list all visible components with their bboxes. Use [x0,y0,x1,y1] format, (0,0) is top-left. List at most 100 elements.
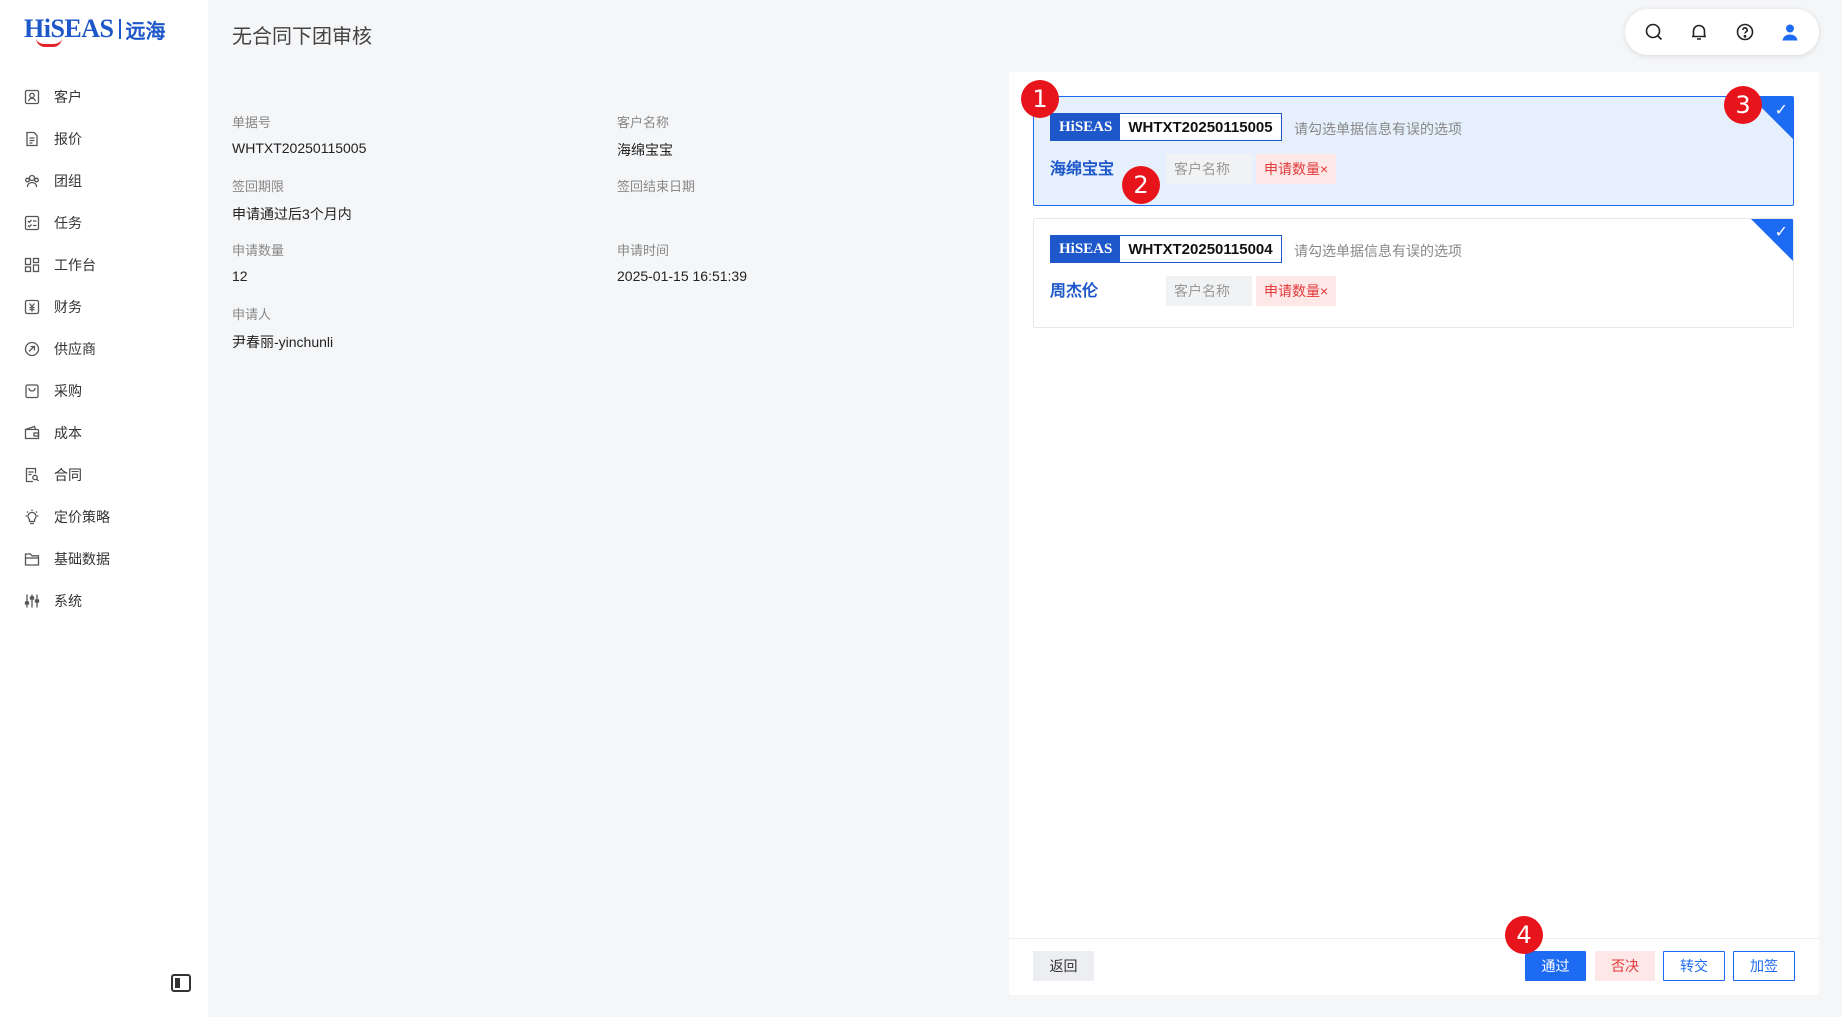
sidebar-item-label: 基础数据 [54,551,110,567]
close-icon[interactable]: × [1320,161,1328,177]
sidebar-item-label: 报价 [54,131,82,147]
annotation-marker-3: 3 [1724,86,1762,124]
chip-customer-name[interactable]: 客户名称 [1166,276,1252,306]
sidebar-item-workbench[interactable]: 工作台 [0,244,208,286]
sidebar-item-pricing[interactable]: 定价策略 [0,496,208,538]
sidebar-item-label: 采购 [54,383,82,399]
system-icon [24,593,40,609]
sidebar-item-label: 系统 [54,593,82,609]
chip-quantity[interactable]: 申请数量 × [1256,154,1337,184]
contract-icon [24,467,40,483]
sidebar-item-task[interactable]: 任务 [0,202,208,244]
doc-no-field: 单据号 WHTXT20250115005 [232,112,612,156]
finance-icon [24,299,40,315]
apply-time-value: 2025-01-15 16:51:39 [617,268,747,284]
sidebar-item-label: 合同 [54,467,82,483]
pricing-icon [24,509,40,525]
page-title: 无合同下团审核 [232,26,372,48]
user-avatar-icon[interactable] [1776,18,1804,46]
return-period-field: 签回期限 申请通过后3个月内 [232,176,612,224]
sidebar-item-label: 任务 [54,215,82,231]
review-panel: ✓ HiSEAS WHTXT20250115005 请勾选单据信息有误的选项 海… [1009,72,1819,995]
sidebar-item-cost[interactable]: 成本 [0,412,208,454]
quantity-label: 申请数量 [232,243,285,258]
doc-number: WHTXT20250115005 [1120,114,1281,140]
purchase-icon [24,383,40,399]
add-sign-button[interactable]: 加签 [1733,951,1795,981]
top-toolbar [1625,9,1819,55]
return-end-label: 签回结束日期 [617,179,696,194]
check-icon: ✓ [1774,102,1788,119]
annotation-marker-1: 1 [1021,80,1059,118]
sidebar-item-system[interactable]: 系统 [0,580,208,622]
doc-number: WHTXT20250115004 [1120,236,1281,262]
logo-cn-text: 远海 [125,18,166,43]
sidebar-item-label: 成本 [54,425,82,441]
sidebar-item-customer[interactable]: 客户 [0,76,208,118]
basic-data-icon [24,551,40,567]
doc-card[interactable]: ✓ HiSEAS WHTXT20250115004 请勾选单据信息有误的选项 周… [1033,218,1794,328]
doc-no-label: 单据号 [232,115,272,130]
pass-button[interactable]: 通过 [1525,951,1586,981]
applicant-value: 尹春丽-yinchunli [232,334,334,350]
transfer-button[interactable]: 转交 [1663,951,1725,981]
hiseas-logo[interactable]: HiSEAS 远海 [24,12,166,47]
sidebar-item-group[interactable]: 团组 [0,160,208,202]
sidebar-item-label: 团组 [54,173,82,189]
supplier-icon [24,341,40,357]
sidebar-nav: 客户 报价 团组 任务 工作台 财务 供应商 采购 成本 合同 定价策略 基础数… [0,76,208,622]
logo-smile-mark [36,38,62,47]
quantity-field: 申请数量 12 [232,240,612,284]
annotation-marker-2: 2 [1122,166,1160,204]
help-icon[interactable] [1731,18,1759,46]
chip-quantity[interactable]: 申请数量 × [1256,276,1337,306]
sidebar-item-label: 供应商 [54,341,96,357]
quantity-value: 12 [232,268,248,284]
workbench-icon [24,257,40,273]
customer-label: 客户名称 [617,115,670,130]
chip-quantity-label: 申请数量 [1264,283,1320,299]
annotation-marker-4: 4 [1505,916,1543,954]
reject-button[interactable]: 否决 [1595,951,1655,981]
applicant-label: 申请人 [232,307,272,322]
sidebar-item-purchase[interactable]: 采购 [0,370,208,412]
group-icon [24,173,40,189]
card-customer-name: 海绵宝宝 [1050,161,1115,178]
doc-tag: HiSEAS WHTXT20250115004 [1050,235,1282,263]
doc-brand: HiSEAS [1051,114,1121,140]
task-icon [24,215,40,231]
check-icon: ✓ [1774,224,1788,241]
sidebar-item-label: 客户 [54,89,82,105]
customer-value: 海绵宝宝 [617,142,673,158]
return-period-value: 申请通过后3个月内 [232,206,352,222]
quote-icon [24,131,40,147]
doc-brand: HiSEAS [1051,236,1121,262]
sidebar-item-label: 定价策略 [54,509,110,525]
chip-quantity-label: 申请数量 [1264,161,1320,177]
return-end-field: 签回结束日期 [617,176,997,204]
sidebar-item-finance[interactable]: 财务 [0,286,208,328]
sidebar-item-contract[interactable]: 合同 [0,454,208,496]
apply-time-label: 申请时间 [617,243,670,258]
customer-field: 客户名称 海绵宝宝 [617,112,997,160]
sidebar-collapse-icon[interactable] [171,974,191,992]
sidebar-item-basic-data[interactable]: 基础数据 [0,538,208,580]
sidebar-item-supplier[interactable]: 供应商 [0,328,208,370]
sidebar: HiSEAS 远海 客户 报价 团组 任务 工作台 财务 供应商 采购 成本 合… [0,0,208,1017]
apply-time-field: 申请时间 2025-01-15 16:51:39 [617,240,997,284]
back-button[interactable]: 返回 [1033,951,1094,981]
doc-hint: 请勾选单据信息有误的选项 [1294,121,1462,137]
chip-customer-name[interactable]: 客户名称 [1166,154,1252,184]
card-customer-name: 周杰伦 [1050,283,1099,300]
customer-icon [24,89,40,105]
doc-no-value: WHTXT20250115005 [232,140,367,156]
doc-tag: HiSEAS WHTXT20250115005 [1050,113,1282,141]
applicant-field: 申请人 尹春丽-yinchunli [232,304,612,352]
search-icon[interactable] [1640,18,1668,46]
close-icon[interactable]: × [1320,283,1328,299]
sidebar-item-quote[interactable]: 报价 [0,118,208,160]
cost-icon [24,425,40,441]
logo-separator [118,19,121,39]
sidebar-item-label: 财务 [54,299,82,315]
bell-icon[interactable] [1685,18,1713,46]
